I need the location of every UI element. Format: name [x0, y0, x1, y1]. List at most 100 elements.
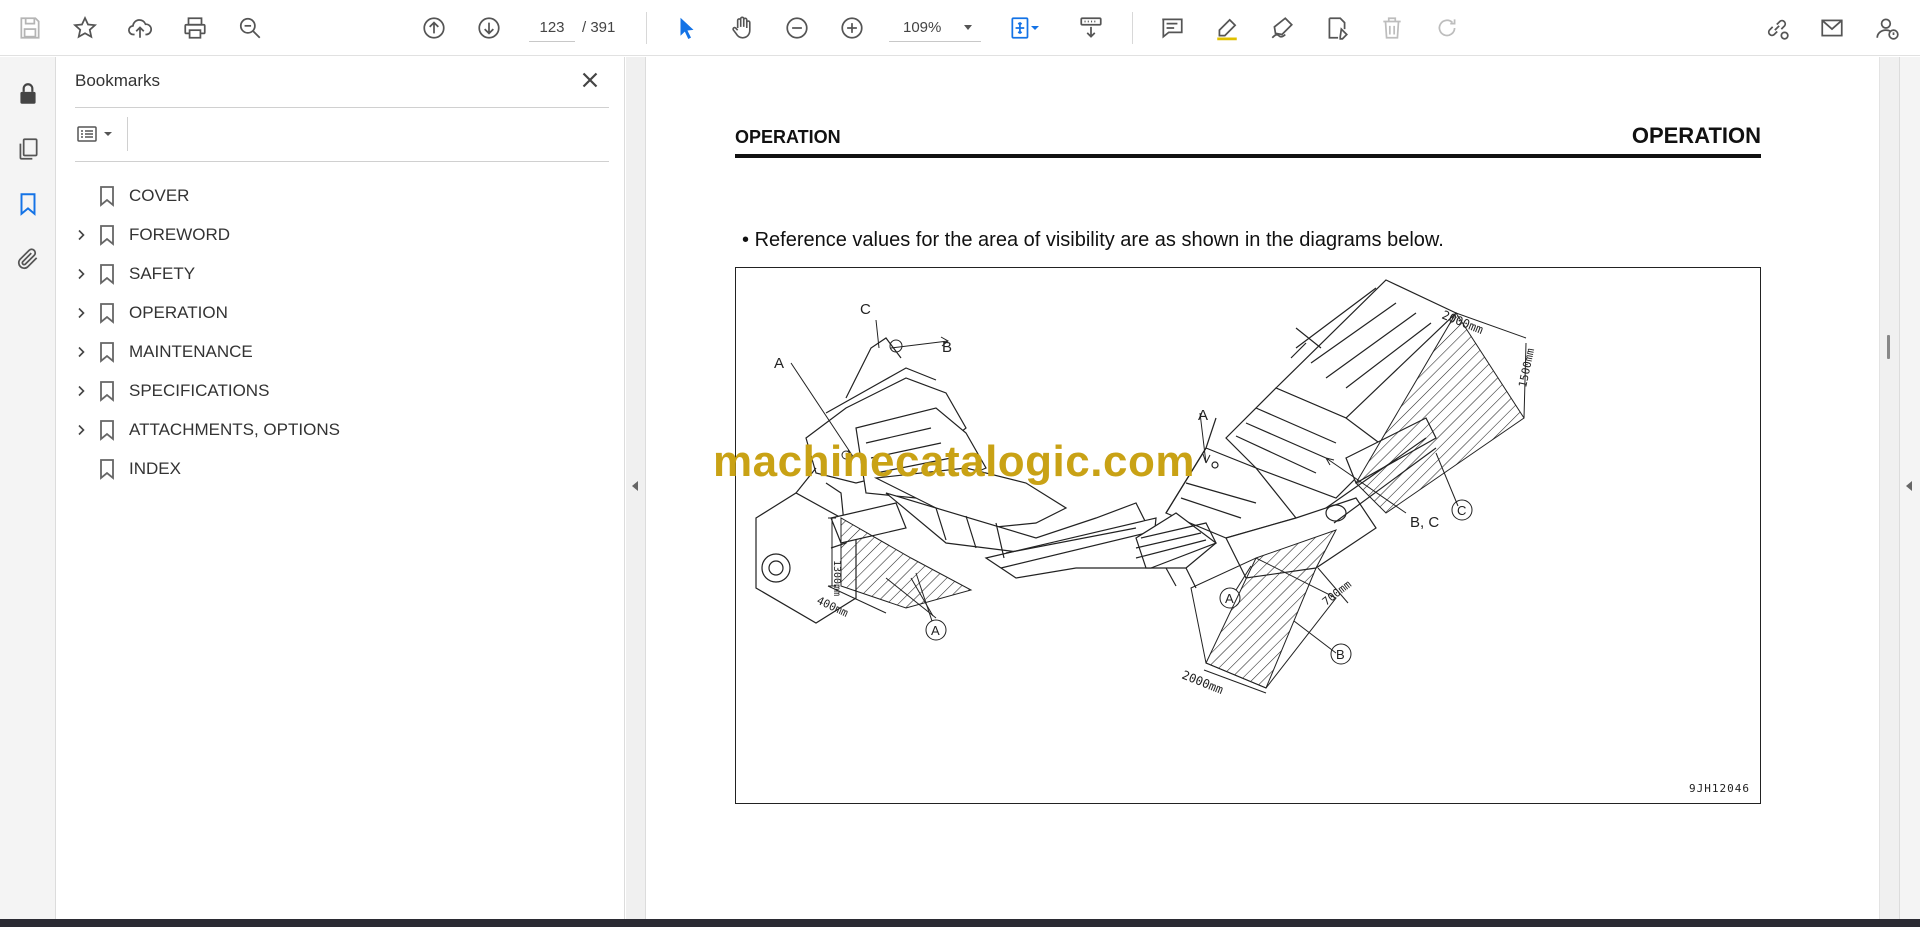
collapse-left-icon[interactable]: [632, 481, 638, 491]
bookmark-icon[interactable]: [11, 187, 45, 221]
left-dim-height: 1300mm: [831, 560, 842, 596]
taskbar-edge: [0, 919, 1920, 927]
header-left-title: OPERATION: [735, 127, 841, 147]
print-icon[interactable]: [179, 12, 211, 44]
edit-text-icon[interactable]: [1321, 12, 1353, 44]
bullet-paragraph: • Reference values for the area of visib…: [742, 229, 1444, 252]
panel-title: Bookmarks: [75, 71, 161, 90]
bookmark-icon: [98, 419, 116, 441]
share-link-icon[interactable]: [1761, 12, 1793, 44]
right-dim-bottom: 2000mm: [1180, 668, 1225, 697]
chevron-right-icon[interactable]: [71, 264, 91, 284]
pages-icon[interactable]: [11, 132, 45, 166]
bookmark-icon: [98, 380, 116, 402]
watermark-text: machinecatalogic.com: [713, 437, 1195, 486]
right-circle-label-b: B: [1336, 647, 1345, 662]
expand-right-pane-icon[interactable]: [1906, 481, 1912, 491]
pdf-viewer-window: / 391 109%: [0, 0, 1920, 927]
redo-icon[interactable]: [1431, 12, 1463, 44]
right-label-bc: B, C: [1410, 514, 1439, 531]
bookmark-item[interactable]: SAFETY: [71, 259, 591, 289]
chevron-right-icon[interactable]: [71, 342, 91, 362]
bullet-mark: •: [742, 229, 750, 251]
visibility-diagram-figure: C B A 1300mm 400mm A A B, C C A B 2000mm…: [735, 267, 1761, 804]
bookmark-label: MAINTENANCE: [129, 342, 253, 361]
right-dim-side: 1500mm: [1516, 347, 1537, 389]
select-cursor-icon[interactable]: [671, 12, 703, 44]
page-up-icon[interactable]: [418, 12, 450, 44]
page-total: / 391: [582, 19, 616, 36]
highlight-pen-icon[interactable]: [1211, 12, 1243, 44]
bookmark-label: INDEX: [129, 459, 181, 478]
bookmark-label: OPERATION: [129, 303, 228, 322]
divider: [75, 107, 609, 108]
bookmark-icon: [98, 302, 116, 324]
upload-cloud-icon[interactable]: [124, 12, 156, 44]
delete-icon[interactable]: [1376, 12, 1408, 44]
chevron-down-icon: [104, 132, 112, 136]
bookmark-options-button[interactable]: [75, 119, 119, 149]
account-icon[interactable]: [1871, 12, 1903, 44]
scroll-mode-icon[interactable]: [1075, 12, 1107, 44]
bookmark-icon: [98, 263, 116, 285]
bookmark-label: SPECIFICATIONS: [129, 381, 270, 400]
bookmark-item[interactable]: FOREWORD: [71, 220, 591, 250]
comment-icon[interactable]: [1156, 12, 1188, 44]
bookmark-item[interactable]: ATTACHMENTS, OPTIONS: [71, 415, 591, 445]
star-icon[interactable]: [69, 12, 101, 44]
bookmark-item[interactable]: MAINTENANCE: [71, 337, 591, 367]
scrollbar-thumb[interactable]: [1887, 335, 1890, 359]
left-label-b: B: [942, 339, 952, 356]
chevron-down-icon[interactable]: [1028, 12, 1042, 44]
chevron-right-icon[interactable]: [71, 420, 91, 440]
left-circle-label-a: A: [931, 623, 940, 638]
visibility-diagram-drawing: C B A 1300mm 400mm A A B, C C A B 2000mm…: [755, 279, 1537, 697]
bookmark-item[interactable]: SPECIFICATIONS: [71, 376, 591, 406]
bookmark-item[interactable]: COVER: [71, 181, 591, 211]
bookmark-icon: [98, 224, 116, 246]
list-options-icon: [77, 126, 97, 142]
chevron-right-icon[interactable]: [71, 303, 91, 323]
chevron-right-icon[interactable]: [71, 225, 91, 245]
chevron-down-icon[interactable]: [964, 25, 972, 30]
bookmark-icon: [98, 341, 116, 363]
mail-icon[interactable]: [1816, 12, 1848, 44]
toolbar-divider: [646, 12, 647, 44]
bookmark-label: COVER: [129, 186, 190, 205]
panel-splitter[interactable]: [626, 57, 646, 919]
left-label-c: C: [860, 301, 871, 318]
figure-code: 9JH12046: [1689, 782, 1750, 795]
page-header: OPERATION OPERATION: [735, 123, 1761, 217]
header-right-title: OPERATION: [1631, 123, 1761, 148]
find-zoom-icon[interactable]: [234, 12, 266, 44]
bookmark-label: FOREWORD: [129, 225, 231, 244]
lock-icon[interactable]: [11, 77, 45, 111]
save-icon[interactable]: [14, 12, 46, 44]
vertical-scrollbar[interactable]: [1879, 57, 1899, 919]
bullet-text: Reference values for the area of visibil…: [754, 229, 1444, 251]
navigation-rail: [0, 57, 56, 919]
bookmark-item[interactable]: OPERATION: [71, 298, 591, 328]
bookmark-label: ATTACHMENTS, OPTIONS: [129, 420, 340, 439]
right-dim-mid: 700mm: [1320, 578, 1354, 609]
bookmark-item[interactable]: INDEX: [71, 454, 591, 484]
chevron-right-icon[interactable]: [71, 381, 91, 401]
right-circle-label-a: A: [1225, 591, 1234, 606]
bookmark-label: SAFETY: [129, 264, 196, 283]
right-visibility-area-b: [1205, 529, 1338, 689]
sign-icon[interactable]: [1266, 12, 1298, 44]
right-pane-toggle[interactable]: [1899, 57, 1920, 919]
zoom-out-icon[interactable]: [781, 12, 813, 44]
header-rule: [735, 154, 1761, 158]
hand-icon[interactable]: [726, 12, 758, 44]
divider: [127, 117, 128, 151]
bookmark-icon: [98, 458, 116, 480]
page-number-input[interactable]: [529, 14, 575, 42]
attachment-icon[interactable]: [11, 242, 45, 276]
close-icon[interactable]: [577, 67, 603, 93]
zoom-level-value: 109%: [903, 19, 942, 36]
page-down-icon[interactable]: [473, 12, 505, 44]
zoom-in-icon[interactable]: [836, 12, 868, 44]
